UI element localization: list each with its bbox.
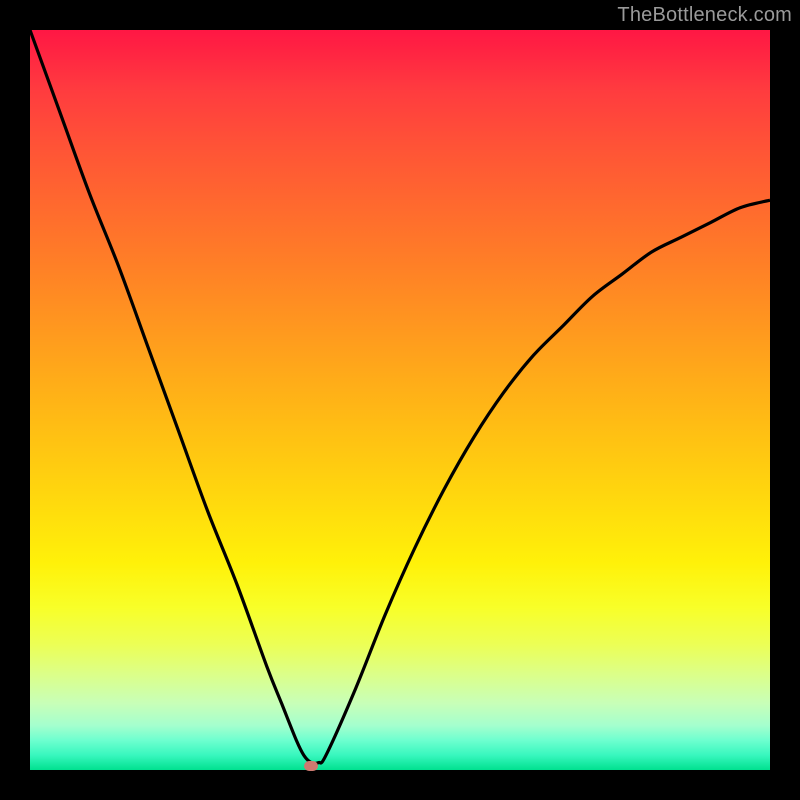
watermark-text: TheBottleneck.com	[617, 4, 792, 27]
bottleneck-curve	[30, 30, 770, 770]
chart-frame: TheBottleneck.com	[0, 0, 800, 800]
plot-area	[30, 30, 770, 770]
optimum-marker	[304, 761, 318, 771]
curve-path	[30, 30, 770, 764]
